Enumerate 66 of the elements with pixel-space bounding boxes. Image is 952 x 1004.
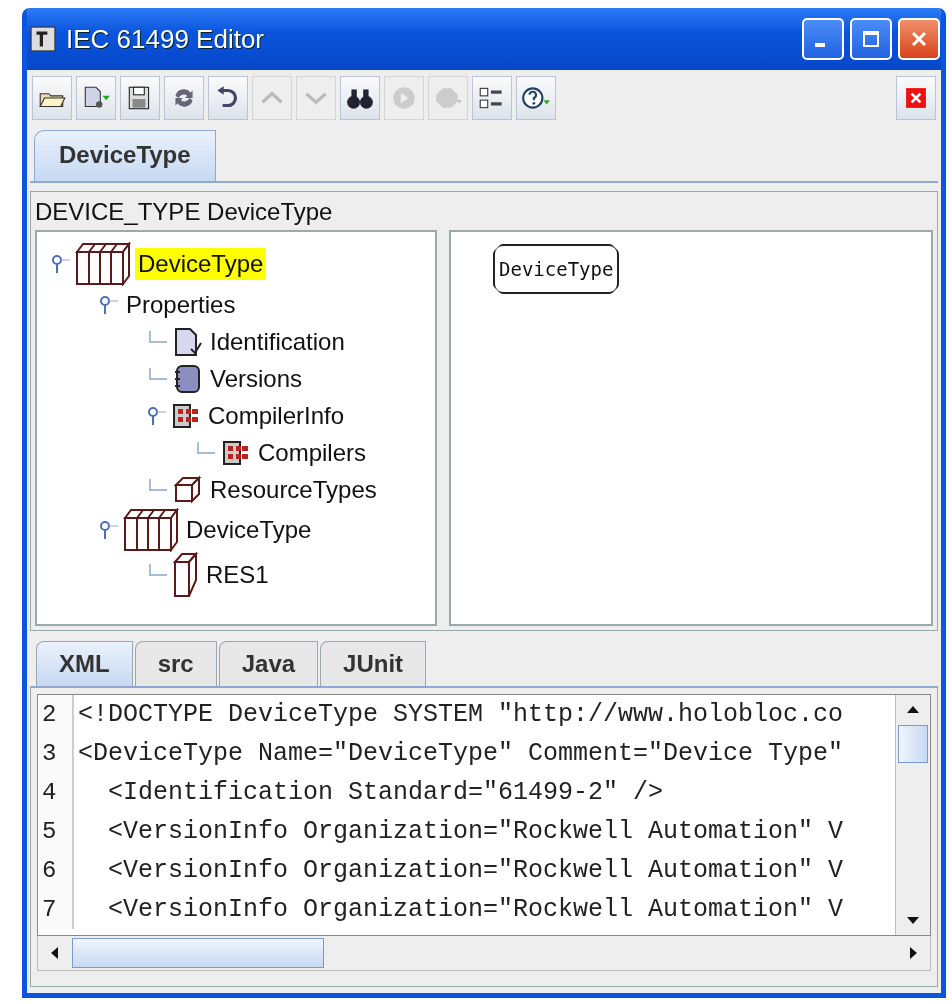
tree-line bbox=[149, 564, 167, 576]
tree-item[interactable]: Versions bbox=[207, 362, 306, 395]
line-number: 5 bbox=[38, 812, 74, 851]
close-icon bbox=[909, 29, 929, 49]
stop-icon bbox=[433, 85, 463, 111]
tree-item[interactable]: Identification bbox=[207, 325, 348, 358]
toolbar-button[interactable] bbox=[120, 76, 160, 120]
scroll-thumb[interactable] bbox=[898, 725, 928, 763]
tree-item[interactable]: Compilers bbox=[255, 436, 370, 469]
expand-handle-icon[interactable] bbox=[147, 405, 167, 426]
code-line: <!DOCTYPE DeviceType SYSTEM "http://www.holobloc.co bbox=[77, 700, 844, 729]
minimize-icon bbox=[815, 43, 825, 47]
toolbar-button[interactable] bbox=[32, 76, 72, 120]
code-line: <VersionInfo Organization="Rockwell Automation" V bbox=[107, 895, 844, 924]
tree-item[interactable]: DeviceType bbox=[183, 514, 315, 546]
code-line: <VersionInfo Organization="Rockwell Automation" V bbox=[107, 856, 844, 885]
line-number: 6 bbox=[38, 851, 74, 890]
close-icon bbox=[905, 87, 927, 109]
tree-line bbox=[197, 441, 215, 454]
document-icon bbox=[173, 326, 203, 357]
type-header: DEVICE_TYPE DeviceType bbox=[34, 197, 334, 227]
toolbar-button[interactable] bbox=[516, 76, 556, 120]
code-line: <DeviceType Name="DeviceType" Comment="Device Type" bbox=[77, 739, 844, 768]
expand-handle-icon[interactable] bbox=[99, 294, 119, 315]
book-icon bbox=[173, 363, 203, 394]
toolbar-button[interactable] bbox=[208, 76, 248, 120]
scroll-thumb[interactable] bbox=[72, 938, 324, 968]
tree-item[interactable]: ResourceTypes bbox=[207, 473, 380, 506]
editor-tab[interactable]: DeviceType bbox=[34, 130, 216, 181]
app-icon bbox=[30, 26, 56, 52]
maximize-button[interactable] bbox=[850, 18, 892, 60]
maximize-icon bbox=[861, 29, 881, 49]
tree-line bbox=[149, 367, 167, 380]
code-line: <Identification Standard="61499-2" /> bbox=[107, 778, 664, 807]
tree-item[interactable]: CompilerInfo bbox=[205, 399, 348, 432]
source-tab[interactable]: XML bbox=[36, 641, 133, 686]
horizontal-scrollbar[interactable] bbox=[37, 936, 931, 971]
device-icon bbox=[75, 242, 131, 286]
close-button[interactable] bbox=[898, 18, 940, 60]
source-tab[interactable]: Java bbox=[218, 641, 319, 686]
tree-item[interactable]: RES1 bbox=[203, 559, 272, 591]
tree-line bbox=[149, 478, 167, 491]
expand-handle-icon[interactable] bbox=[51, 254, 71, 274]
line-number: 3 bbox=[38, 734, 74, 773]
source-tab[interactable]: src bbox=[134, 641, 217, 686]
tree-line bbox=[149, 330, 167, 343]
tree-item[interactable]: DeviceType bbox=[135, 248, 267, 280]
help-icon bbox=[521, 85, 551, 111]
line-number: 2 bbox=[38, 695, 74, 734]
expand-handle-icon[interactable] bbox=[99, 520, 119, 540]
close-editor-button[interactable] bbox=[896, 76, 936, 120]
toolbar-button[interactable] bbox=[472, 76, 512, 120]
minimize-button[interactable] bbox=[802, 18, 844, 60]
line-number: 4 bbox=[38, 773, 74, 812]
tree-item[interactable]: Properties bbox=[123, 288, 239, 321]
toolbar-button[interactable] bbox=[76, 76, 116, 120]
box-icon bbox=[173, 474, 203, 505]
code-line: <VersionInfo Organization="Rockwell Automation" V bbox=[107, 817, 844, 846]
window-title: IEC 61499 Editor bbox=[66, 23, 264, 55]
vertical-scrollbar[interactable] bbox=[895, 695, 930, 935]
line-number: 7 bbox=[38, 890, 74, 929]
toolbar-button[interactable] bbox=[340, 76, 380, 120]
device-block[interactable]: DeviceType bbox=[493, 244, 620, 294]
source-tab[interactable]: JUnit bbox=[320, 641, 427, 686]
device-icon bbox=[123, 508, 179, 552]
box-icon bbox=[173, 552, 199, 598]
